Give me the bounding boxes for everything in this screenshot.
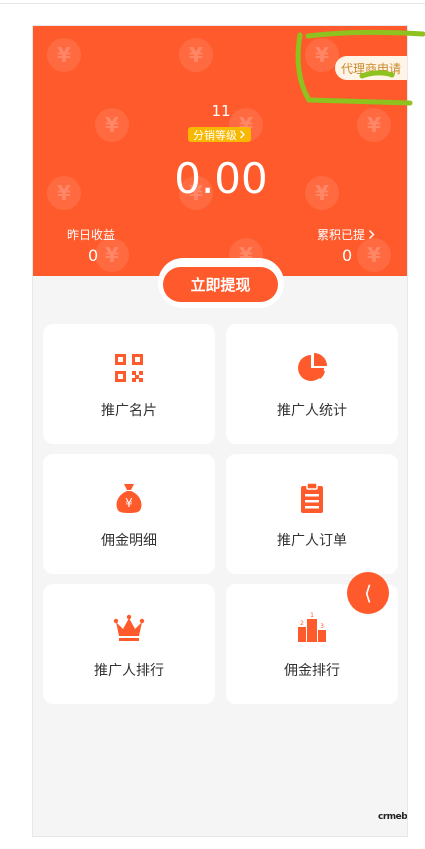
yesterday-earnings-value: 0	[88, 246, 99, 265]
crmeb-logo: crmeb	[378, 812, 408, 822]
menu-card-label: 推广人排行	[94, 663, 164, 679]
chevron-left-icon: ⟨	[364, 581, 372, 605]
menu-card-promoter-ranking[interactable]: 推广人排行	[43, 584, 215, 704]
menu-card-commission-details[interactable]: ¥ 佣金明细	[43, 454, 215, 574]
chevron-right-icon	[369, 230, 375, 239]
agent-apply-button[interactable]: 代理商申请	[335, 56, 407, 80]
total-withdrawn-label: 累积已提	[317, 228, 366, 242]
total-withdrawn-value: 0	[342, 246, 353, 265]
menu-card-promoter-orders[interactable]: 推广人订单	[226, 454, 398, 574]
yesterday-earnings-label: 昨日收益	[67, 228, 116, 242]
qrcode-icon	[115, 354, 143, 382]
menu-card-label: 佣金明细	[101, 533, 157, 549]
level-number: 11	[211, 102, 231, 120]
earnings-header: ¥ ¥ ¥ ¥ ¥ ¥ ¥ ¥ ¥ ¥ ¥ ¥ 代理商申请 11 分销等级 0.…	[33, 26, 407, 276]
distribution-level-label: 分销等级	[193, 128, 237, 142]
back-floating-button[interactable]: ⟨	[347, 572, 389, 614]
menu-card-label: 推广名片	[101, 403, 157, 419]
distribution-level-badge[interactable]: 分销等级	[188, 127, 251, 142]
coin-watermark-icon: ¥	[305, 38, 339, 72]
menu-card-label: 佣金排行	[284, 663, 340, 679]
menu-card-promo-card[interactable]: 推广名片	[43, 324, 215, 444]
menu-card-promoter-stats[interactable]: 推广人统计	[226, 324, 398, 444]
svg-text:1: 1	[310, 612, 314, 619]
coin-watermark-icon: ¥	[357, 238, 391, 272]
crown-icon	[113, 614, 145, 641]
menu-card-label: 推广人订单	[277, 533, 347, 549]
chevron-right-icon	[240, 130, 245, 139]
menu-card-label: 推广人统计	[277, 403, 347, 419]
coin-watermark-icon: ¥	[95, 238, 129, 272]
coin-watermark-icon: ¥	[47, 38, 81, 72]
svg-text:¥: ¥	[125, 496, 133, 510]
pie-chart-icon	[298, 353, 327, 381]
podium-icon: 1 2 3	[298, 612, 326, 642]
commission-balance: 0.00	[174, 154, 268, 203]
svg-text:2: 2	[300, 620, 304, 627]
clipboard-icon	[301, 482, 323, 513]
total-withdrawn-link[interactable]: 累积已提	[317, 226, 375, 243]
coin-watermark-icon: ¥	[179, 38, 213, 72]
money-bag-icon: ¥	[116, 484, 142, 513]
svg-text:3: 3	[320, 623, 324, 630]
window-top-border	[0, 3, 425, 4]
phone-frame: ¥ ¥ ¥ ¥ ¥ ¥ ¥ ¥ ¥ ¥ ¥ ¥ 代理商申请 11 分销等级 0.…	[32, 25, 408, 837]
withdraw-button[interactable]: 立即提现	[163, 267, 278, 302]
